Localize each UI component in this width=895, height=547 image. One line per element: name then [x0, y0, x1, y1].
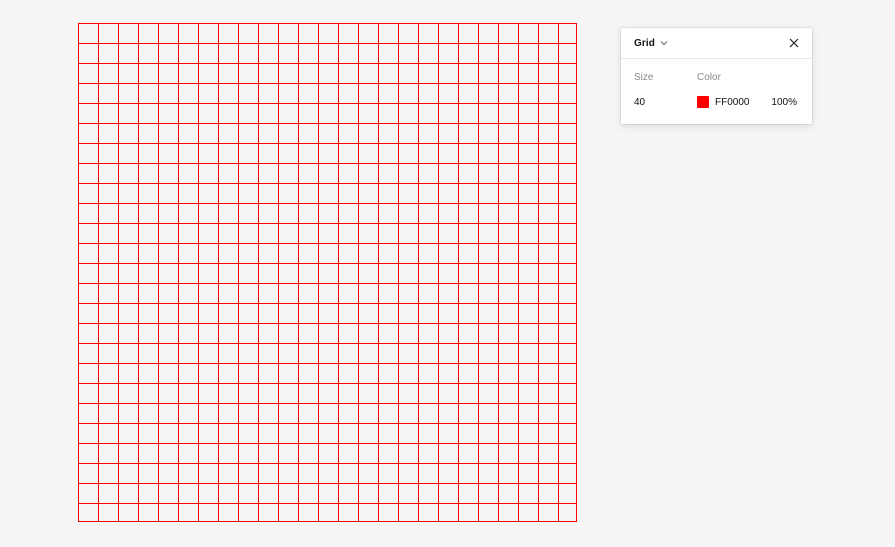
panel-body: Size Color 40 FF0000 100% [621, 59, 812, 109]
field-labels-row: Size Color [634, 59, 799, 95]
size-label: Size [634, 71, 654, 83]
panel-title: Grid [634, 37, 655, 49]
grid-dropdown[interactable]: Grid [634, 38, 668, 49]
color-hex-value[interactable]: FF0000 [715, 97, 749, 108]
opacity-value[interactable]: 100% [771, 97, 797, 108]
color-swatch[interactable] [697, 96, 709, 108]
field-values-row: 40 FF0000 100% [634, 95, 799, 109]
close-icon[interactable] [788, 37, 800, 49]
app-stage: Grid Size Color 40 FF0000 100% [0, 0, 895, 547]
grid-canvas[interactable] [78, 23, 577, 522]
grid-settings-panel: Grid Size Color 40 FF0000 100% [621, 28, 812, 124]
panel-header: Grid [621, 28, 812, 59]
size-value[interactable]: 40 [634, 97, 697, 108]
color-label: Color [697, 71, 721, 83]
color-field: FF0000 100% [697, 96, 799, 108]
chevron-down-icon [660, 41, 668, 46]
